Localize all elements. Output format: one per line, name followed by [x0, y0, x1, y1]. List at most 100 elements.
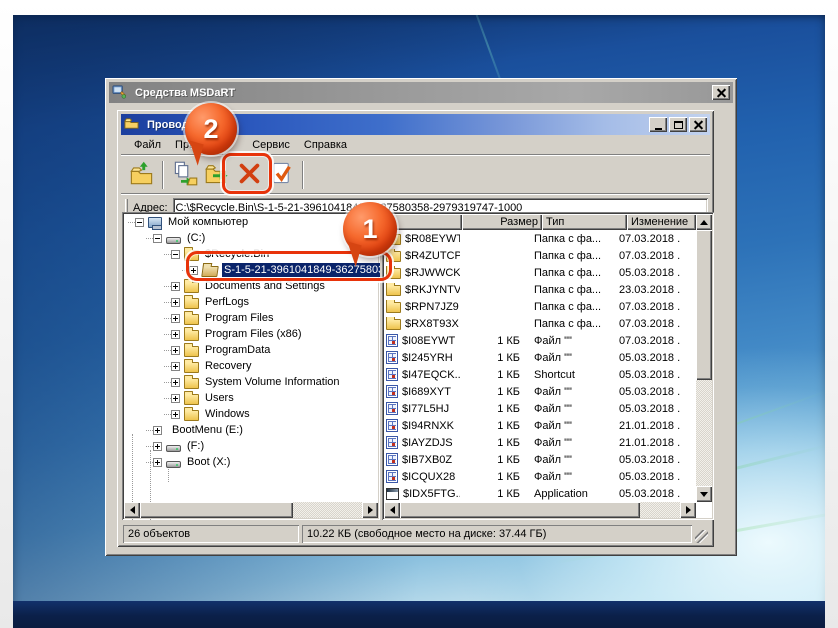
- file-name: $RX8T93X: [405, 318, 459, 330]
- drive-icon: [166, 445, 181, 452]
- tree-item[interactable]: PerfLogs: [124, 294, 251, 310]
- cell-name: $I94RNXK: [384, 419, 460, 432]
- tree-connector-stub: [164, 350, 171, 351]
- wallpaper-bottom-band: [13, 601, 825, 628]
- msdart-tools-icon: [112, 84, 127, 102]
- table-row[interactable]: $R08EYWTПапка с фа...07.03.2018 .: [384, 230, 683, 247]
- tree-item[interactable]: Program Files: [124, 310, 275, 326]
- cell-date: 05.03.2018 .: [617, 488, 683, 500]
- tree-item-label: Recovery: [203, 359, 253, 373]
- menu-item-3[interactable]: Справка: [297, 137, 354, 153]
- expand-plus-icon[interactable]: [153, 442, 162, 451]
- expand-plus-icon[interactable]: [171, 330, 180, 339]
- list-hscrollbar-thumb[interactable]: [400, 502, 640, 518]
- toolbar: [121, 156, 710, 194]
- cell-name: $I245YRH: [384, 351, 460, 364]
- expand-plus-icon[interactable]: [171, 298, 180, 307]
- tree-item[interactable]: ProgramData: [124, 342, 272, 358]
- collapse-minus-icon[interactable]: [171, 250, 180, 259]
- table-row[interactable]: $IDX5FTG...1 КБApplication05.03.2018 .: [384, 485, 683, 502]
- cell-size: 1 КБ: [460, 403, 532, 415]
- list-scroll-down-button[interactable]: [696, 486, 712, 502]
- cell-type: Файл "": [532, 420, 617, 432]
- tree-connector-stub: [164, 414, 171, 415]
- screenshot-frame: Средства MSDaRT Проводник ФайлПравка: [0, 0, 838, 628]
- maximize-button[interactable]: [669, 117, 687, 132]
- expand-plus-icon[interactable]: [171, 394, 180, 403]
- list-scroll-up-button[interactable]: [696, 214, 712, 230]
- outer-close-button[interactable]: [712, 85, 730, 100]
- tree-item[interactable]: BootMenu (E:): [124, 422, 245, 438]
- tree-item[interactable]: Windows: [124, 406, 252, 422]
- tree-scroll-left-button[interactable]: [124, 502, 140, 518]
- ifile-icon: [386, 419, 398, 432]
- expand-plus-icon[interactable]: [171, 346, 180, 355]
- tree-item[interactable]: (C:): [124, 230, 207, 246]
- table-row[interactable]: $RPN7JZ9Папка с фа...07.03.2018 .: [384, 298, 683, 315]
- cell-date: 07.03.2018 .: [617, 301, 683, 313]
- cell-size: 1 КБ: [460, 437, 532, 449]
- folder-icon: [184, 298, 199, 309]
- menu-item-2[interactable]: Сервис: [245, 137, 297, 153]
- column-header-label: Размер: [466, 216, 538, 228]
- inner-close-button[interactable]: [689, 117, 707, 132]
- column-header-3[interactable]: Изменение: [627, 214, 696, 230]
- table-row[interactable]: $I94RNXK1 КБФайл ""21.01.2018 .: [384, 417, 683, 434]
- ifile-icon: [386, 402, 398, 415]
- table-row[interactable]: $IAYZDJS1 КБФайл ""21.01.2018 .: [384, 434, 683, 451]
- column-header-2[interactable]: Тип: [542, 214, 627, 230]
- collapse-minus-icon[interactable]: [153, 234, 162, 243]
- table-row[interactable]: $R4ZUTCPПапка с фа...07.03.2018 .: [384, 247, 683, 264]
- table-row[interactable]: $I245YRH1 КБФайл ""05.03.2018 .: [384, 349, 683, 366]
- callout-2-number: 2: [203, 114, 218, 145]
- list-scroll-right-button[interactable]: [680, 502, 696, 518]
- list-scroll-left-button[interactable]: [384, 502, 400, 518]
- arrow-icon: [700, 220, 708, 225]
- expand-plus-icon[interactable]: [171, 378, 180, 387]
- table-row[interactable]: $I77L5HJ1 КБФайл ""05.03.2018 .: [384, 400, 683, 417]
- tree-connector-stub: [128, 222, 135, 223]
- expand-plus-icon[interactable]: [153, 458, 162, 467]
- resize-grip[interactable]: [695, 530, 708, 543]
- arrow-icon: [130, 506, 135, 514]
- expand-plus-icon[interactable]: [153, 426, 162, 435]
- tree-item[interactable]: System Volume Information: [124, 374, 342, 390]
- expand-plus-icon[interactable]: [171, 314, 180, 323]
- tree-item[interactable]: Program Files (x86): [124, 326, 304, 342]
- cell-type: Папка с фа...: [532, 250, 617, 262]
- minimize-button[interactable]: [649, 117, 667, 132]
- table-row[interactable]: $ICQUX281 КБФайл ""05.03.2018 .: [384, 468, 683, 485]
- table-row[interactable]: $IB7XB0Z1 КБФайл ""05.03.2018 .: [384, 451, 683, 468]
- tree-hscrollbar-thumb[interactable]: [140, 502, 293, 518]
- table-row[interactable]: $I689XYT1 КБФайл ""05.03.2018 .: [384, 383, 683, 400]
- toolbar-separator: [302, 161, 304, 189]
- tree-item-label: ProgramData: [203, 343, 272, 357]
- tree-item[interactable]: Users: [124, 390, 236, 406]
- cell-name: $ICQUX28: [384, 470, 460, 483]
- cell-date: 05.03.2018 .: [617, 454, 683, 466]
- table-row[interactable]: $RKJYNTV...Папка с фа...23.03.2018 .: [384, 281, 683, 298]
- table-row[interactable]: $I08EYWT1 КБФайл ""07.03.2018 .: [384, 332, 683, 349]
- tree-scroll-right-button[interactable]: [362, 502, 378, 518]
- column-header-1[interactable]: Размер: [462, 214, 542, 230]
- menu-item-0[interactable]: Файл: [127, 137, 168, 153]
- ifile-icon: [386, 334, 398, 347]
- tree-item[interactable]: Мой компьютер: [124, 214, 250, 230]
- tree-connector-stub: [146, 430, 153, 431]
- tree-item[interactable]: (F:): [124, 438, 206, 454]
- drive-icon: [166, 237, 181, 244]
- cell-date: 07.03.2018 .: [617, 233, 683, 245]
- expand-plus-icon[interactable]: [171, 362, 180, 371]
- tree-item[interactable]: Recovery: [124, 358, 253, 374]
- table-row[interactable]: $RJWWCK9Папка с фа...05.03.2018 .: [384, 264, 683, 281]
- expand-plus-icon[interactable]: [171, 410, 180, 419]
- collapse-minus-icon[interactable]: [135, 218, 144, 227]
- list-vscrollbar-thumb[interactable]: [696, 230, 712, 380]
- table-row[interactable]: $RX8T93XПапка с фа...07.03.2018 .: [384, 315, 683, 332]
- expand-plus-icon[interactable]: [171, 282, 180, 291]
- table-row[interactable]: $I47EQCK...1 КБShortcut05.03.2018 .: [384, 366, 683, 383]
- cell-type: Shortcut: [532, 369, 617, 381]
- cell-name: $I689XYT: [384, 385, 460, 398]
- tree-item[interactable]: Boot (X:): [124, 454, 232, 470]
- up-one-level-button[interactable]: [125, 159, 157, 191]
